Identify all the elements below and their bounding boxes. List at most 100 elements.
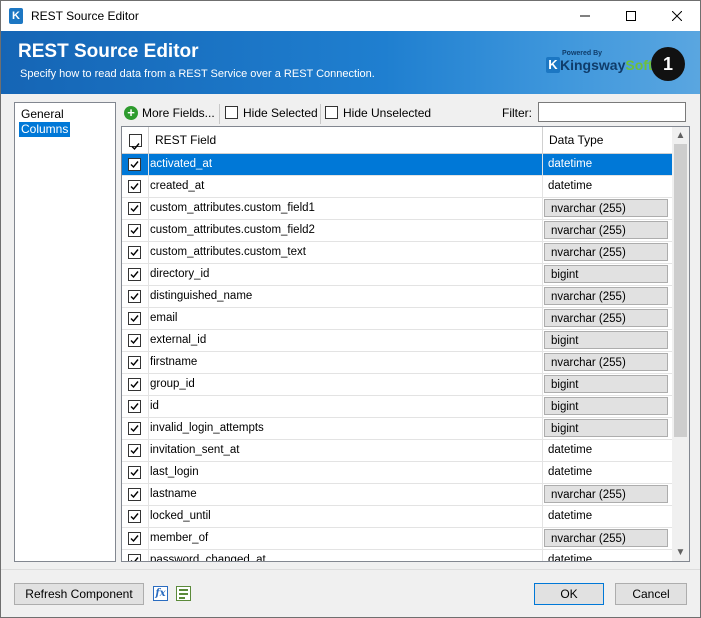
left-navigation: General Columns <box>14 102 116 562</box>
data-type-cell[interactable]: nvarchar (255) <box>543 308 672 329</box>
row-include-checkbox[interactable] <box>128 180 141 193</box>
row-include-checkbox[interactable] <box>128 224 141 237</box>
expression-fx-icon[interactable]: fx <box>153 586 168 601</box>
table-row[interactable]: locked_until datetime <box>122 506 672 528</box>
logo-brand: KingswaySoft <box>560 57 653 73</box>
row-include-checkbox[interactable] <box>128 158 141 171</box>
header-data-type[interactable]: Data Type <box>543 127 672 153</box>
more-fields-button[interactable]: More Fields... <box>142 106 215 120</box>
variables-icon[interactable] <box>176 586 191 601</box>
data-type-cell: datetime <box>543 440 672 461</box>
scroll-down-icon[interactable]: ▼ <box>672 544 689 561</box>
data-type-cell[interactable]: nvarchar (255) <box>543 352 672 373</box>
columns-grid: REST Field Data Type activated_at datetim… <box>121 126 690 562</box>
row-include-checkbox[interactable] <box>128 290 141 303</box>
data-type-dropdown[interactable]: nvarchar (255) <box>544 353 668 371</box>
data-type-cell[interactable]: nvarchar (255) <box>543 220 672 241</box>
row-checkbox-cell <box>122 352 149 373</box>
row-checkbox-cell <box>122 220 149 241</box>
data-type-cell[interactable]: bigint <box>543 374 672 395</box>
data-type-cell: datetime <box>543 176 672 197</box>
data-type-dropdown[interactable]: nvarchar (255) <box>544 287 668 305</box>
table-row[interactable]: invitation_sent_at datetime <box>122 440 672 462</box>
data-type-dropdown[interactable]: nvarchar (255) <box>544 243 668 261</box>
scroll-thumb[interactable] <box>674 144 687 437</box>
row-include-checkbox[interactable] <box>128 246 141 259</box>
row-include-checkbox[interactable] <box>128 202 141 215</box>
row-include-checkbox[interactable] <box>128 444 141 457</box>
nav-item-columns[interactable]: Columns <box>19 122 71 137</box>
data-type-cell[interactable]: bigint <box>543 418 672 439</box>
data-type-dropdown[interactable]: bigint <box>544 375 668 393</box>
table-row[interactable]: custom_attributes.custom_field1 nvarchar … <box>122 198 672 220</box>
refresh-component-button[interactable]: Refresh Component <box>14 583 144 605</box>
rest-field-cell: invalid_login_attempts <box>149 418 543 439</box>
table-row[interactable]: firstname nvarchar (255) <box>122 352 672 374</box>
table-row[interactable]: last_login datetime <box>122 462 672 484</box>
data-type-cell[interactable]: nvarchar (255) <box>543 242 672 263</box>
add-icon[interactable]: + <box>124 106 138 120</box>
row-include-checkbox[interactable] <box>128 422 141 435</box>
nav-item-general[interactable]: General <box>19 107 66 122</box>
data-type-dropdown[interactable]: nvarchar (255) <box>544 199 668 217</box>
table-row[interactable]: distinguished_name nvarchar (255) <box>122 286 672 308</box>
rest-field-cell: distinguished_name <box>149 286 543 307</box>
data-type-cell[interactable]: bigint <box>543 396 672 417</box>
data-type-cell[interactable]: nvarchar (255) <box>543 198 672 219</box>
row-include-checkbox[interactable] <box>128 268 141 281</box>
ok-button[interactable]: OK <box>534 583 604 605</box>
row-include-checkbox[interactable] <box>128 532 141 545</box>
rest-field-cell: firstname <box>149 352 543 373</box>
filter-input[interactable] <box>538 102 686 122</box>
data-type-dropdown[interactable]: bigint <box>544 331 668 349</box>
close-button[interactable] <box>654 1 700 31</box>
table-row[interactable]: activated_at datetime <box>122 154 672 176</box>
row-include-checkbox[interactable] <box>128 334 141 347</box>
editor-header-banner: REST Source Editor Specify how to read d… <box>1 31 700 94</box>
row-include-checkbox[interactable] <box>128 312 141 325</box>
maximize-button[interactable] <box>608 1 654 31</box>
hide-unselected-checkbox[interactable] <box>325 106 338 119</box>
table-row[interactable]: external_id bigint <box>122 330 672 352</box>
rest-field-cell: lastname <box>149 484 543 505</box>
row-include-checkbox[interactable] <box>128 510 141 523</box>
table-row[interactable]: email nvarchar (255) <box>122 308 672 330</box>
data-type-cell[interactable]: bigint <box>543 330 672 351</box>
table-row[interactable]: id bigint <box>122 396 672 418</box>
scroll-up-icon[interactable]: ▲ <box>672 127 689 144</box>
data-type-value: datetime <box>548 554 593 562</box>
row-include-checkbox[interactable] <box>128 488 141 501</box>
data-type-dropdown[interactable]: bigint <box>544 397 668 415</box>
table-row[interactable]: invalid_login_attempts bigint <box>122 418 672 440</box>
data-type-cell[interactable]: nvarchar (255) <box>543 528 672 549</box>
table-row[interactable]: lastname nvarchar (255) <box>122 484 672 506</box>
table-row[interactable]: custom_attributes.custom_text nvarchar (2… <box>122 242 672 264</box>
table-row[interactable]: group_id bigint <box>122 374 672 396</box>
data-type-dropdown[interactable]: bigint <box>544 419 668 437</box>
minimize-button[interactable] <box>562 1 608 31</box>
data-type-cell[interactable]: nvarchar (255) <box>543 484 672 505</box>
data-type-cell[interactable]: bigint <box>543 264 672 285</box>
data-type-dropdown[interactable]: nvarchar (255) <box>544 485 668 503</box>
table-row[interactable]: member_of nvarchar (255) <box>122 528 672 550</box>
data-type-dropdown[interactable]: nvarchar (255) <box>544 309 668 327</box>
row-include-checkbox[interactable] <box>128 400 141 413</box>
select-all-checkbox[interactable] <box>129 134 142 151</box>
vertical-scrollbar[interactable]: ▲ ▼ <box>672 127 689 561</box>
table-row[interactable]: directory_id bigint <box>122 264 672 286</box>
data-type-dropdown[interactable]: nvarchar (255) <box>544 529 668 547</box>
hide-selected-checkbox[interactable] <box>225 106 238 119</box>
table-row[interactable]: created_at datetime <box>122 176 672 198</box>
data-type-dropdown[interactable]: bigint <box>544 265 668 283</box>
logo-brand-first: Kingsway <box>560 57 626 73</box>
row-include-checkbox[interactable] <box>128 356 141 369</box>
data-type-cell[interactable]: nvarchar (255) <box>543 286 672 307</box>
row-include-checkbox[interactable] <box>128 554 141 561</box>
table-row[interactable]: custom_attributes.custom_field2 nvarchar … <box>122 220 672 242</box>
row-include-checkbox[interactable] <box>128 466 141 479</box>
cancel-button[interactable]: Cancel <box>615 583 687 605</box>
table-row[interactable]: password_changed_at datetime <box>122 550 672 562</box>
data-type-dropdown[interactable]: nvarchar (255) <box>544 221 668 239</box>
header-rest-field[interactable]: REST Field <box>149 127 543 153</box>
row-include-checkbox[interactable] <box>128 378 141 391</box>
